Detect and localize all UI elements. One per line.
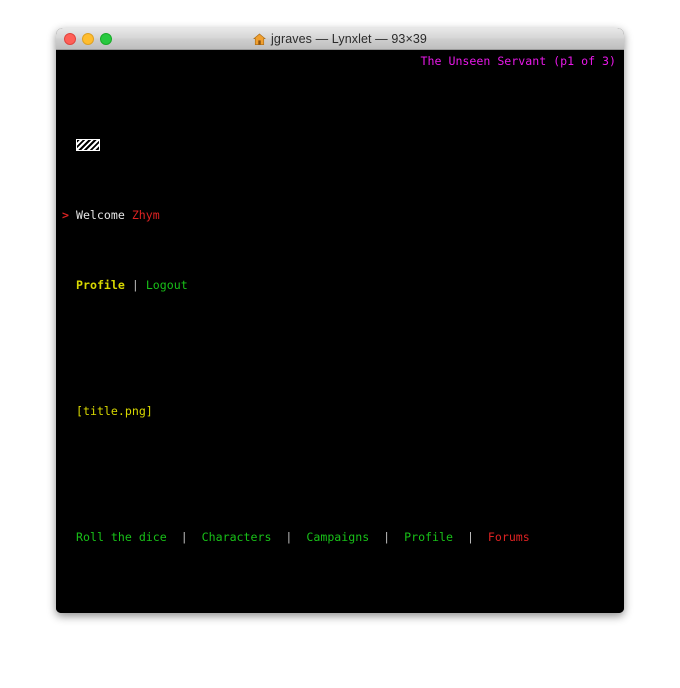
title-image-placeholder: [title.png] (76, 404, 153, 418)
terminal-screen: The Unseen Servant (p1 of 3) > Welcome Z… (56, 50, 624, 613)
profile-link[interactable]: Profile (76, 278, 125, 292)
desktop-background: jgraves — Lynxlet — 93×39 The Unseen Ser… (0, 0, 680, 688)
close-button[interactable] (64, 33, 76, 45)
welcome-row: > Welcome Zhym (56, 208, 624, 222)
blank-row-2 (56, 460, 624, 474)
terminal-window: jgraves — Lynxlet — 93×39 The Unseen Ser… (56, 28, 624, 613)
nav-item-roll-the-dice[interactable]: Roll the dice (76, 530, 167, 544)
site-title: The Unseen Servant (p1 of 3) (420, 54, 616, 68)
nav-item-characters[interactable]: Characters (202, 530, 272, 544)
blank-row-3 (56, 586, 624, 600)
welcome-username: Zhym (131, 208, 160, 222)
title-image-row: [title.png] (56, 404, 624, 418)
window-title: jgraves — Lynxlet — 93×39 (253, 32, 427, 46)
account-links-row: Profile | Logout (56, 278, 624, 292)
nav-item-profile[interactable]: Profile (404, 530, 453, 544)
link-separator: | (131, 278, 139, 292)
house-icon (253, 33, 266, 46)
welcome-label: Welcome (75, 208, 125, 222)
window-controls (64, 33, 112, 45)
window-title-text: jgraves — Lynxlet — 93×39 (271, 31, 427, 46)
minimize-button[interactable] (82, 33, 94, 45)
cursor-arrow-icon: > (62, 208, 69, 222)
maximize-button[interactable] (100, 33, 112, 45)
header-image-icon (76, 139, 100, 151)
main-nav: Roll the dice | Characters | Campaigns |… (76, 530, 530, 544)
blank-row-1 (56, 334, 624, 348)
window-titlebar[interactable]: jgraves — Lynxlet — 93×39 (56, 28, 624, 50)
nav-item-forums[interactable]: Forums (488, 530, 530, 544)
header-image-row (56, 138, 624, 152)
nav-item-campaigns[interactable]: Campaigns (306, 530, 369, 544)
logout-link[interactable]: Logout (146, 278, 188, 292)
